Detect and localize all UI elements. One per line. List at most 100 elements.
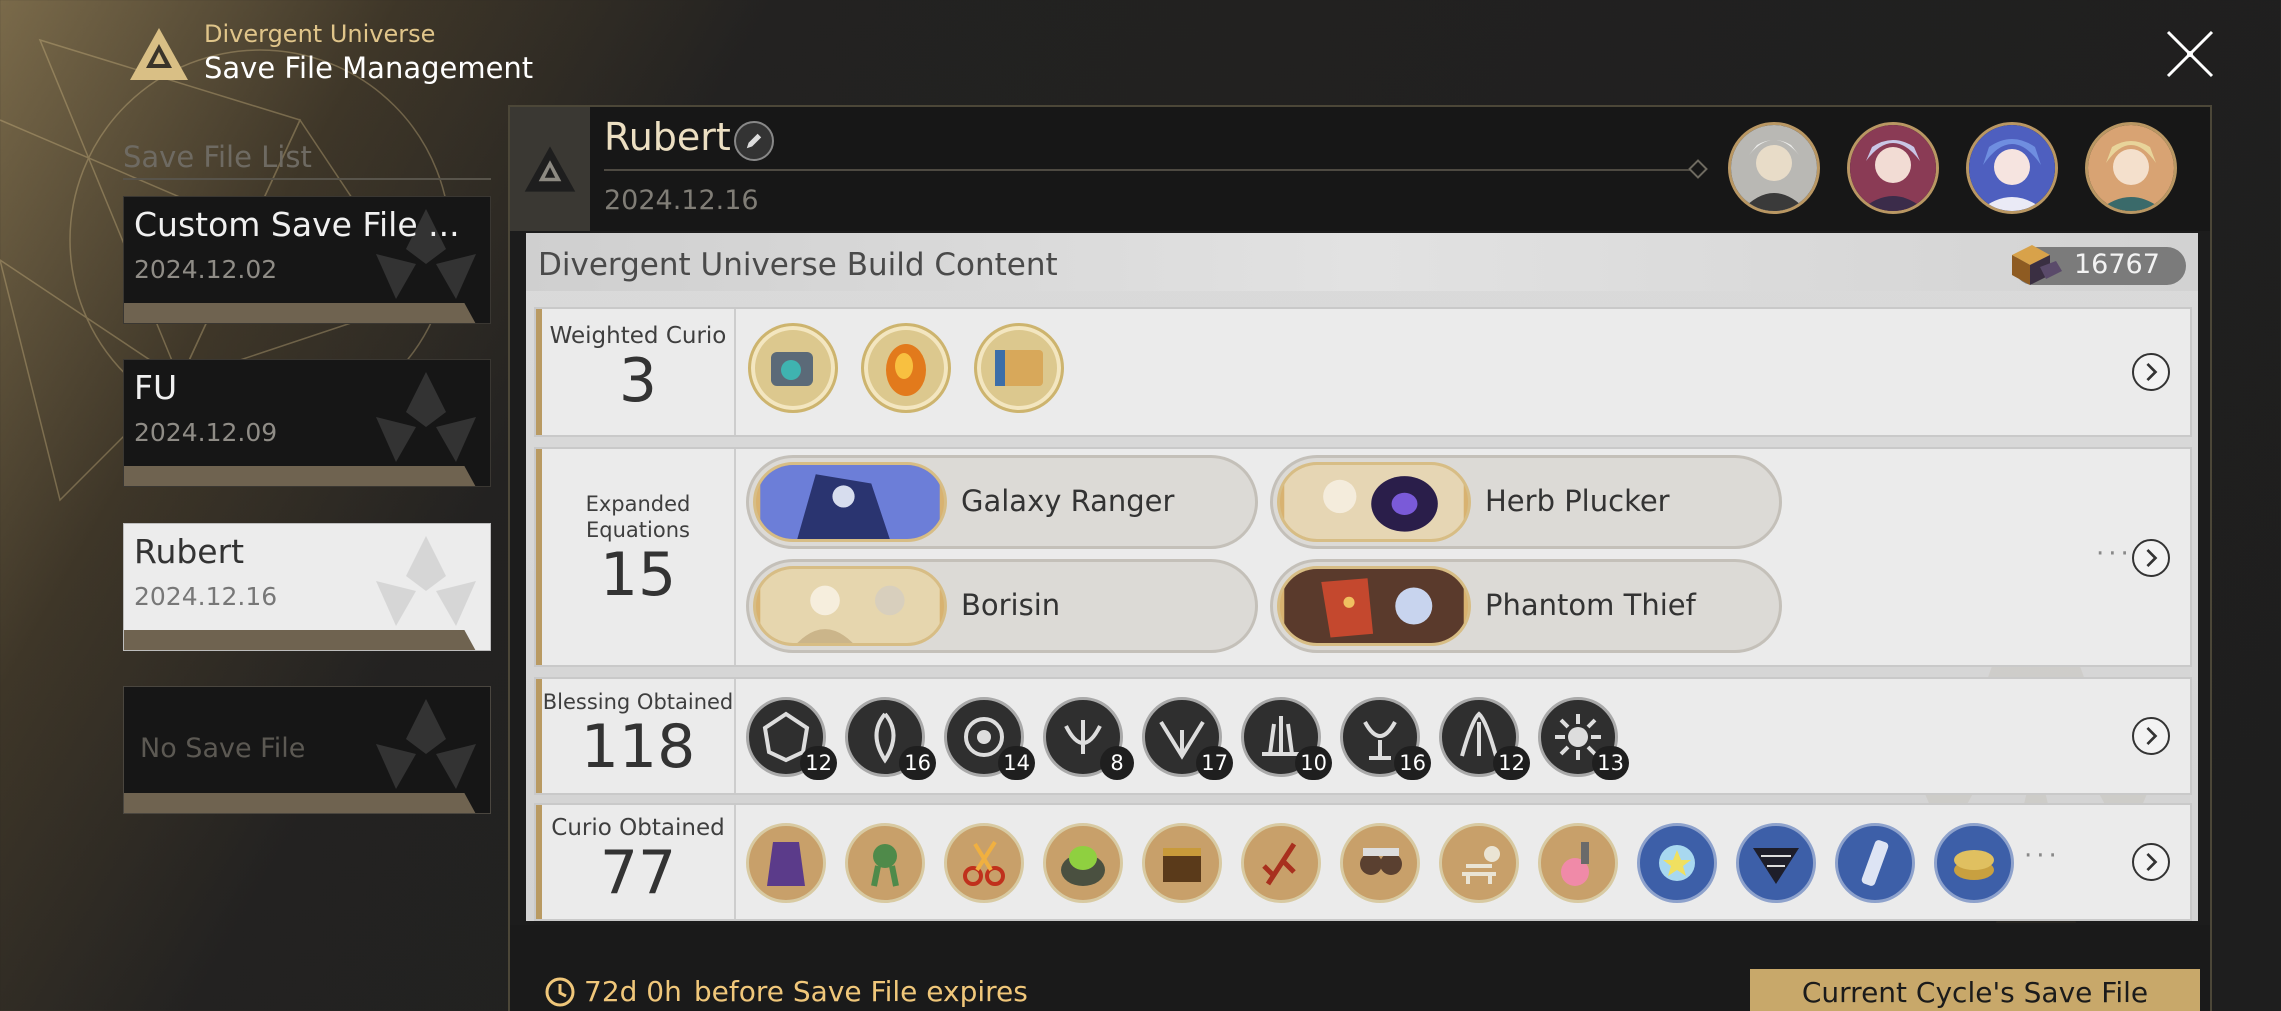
skeleton-curio-icon <box>1462 846 1500 884</box>
save-date: 2024.12.16 <box>604 185 759 216</box>
page-title: Save File Management <box>204 51 534 85</box>
chevron-right-icon[interactable] <box>2132 539 2170 577</box>
empty-slot-label: No Save File <box>140 733 306 764</box>
expiry-time: 72d 0h <box>584 975 682 1008</box>
curio-item[interactable] <box>1538 823 1618 903</box>
blessing-path-icon[interactable]: 17 <box>1142 697 1233 780</box>
weighted-curio-item[interactable] <box>861 323 951 413</box>
curio-item[interactable] <box>1736 823 1816 903</box>
curio-item[interactable] <box>845 823 925 903</box>
cosmic-fragment-count: 16767 <box>2074 249 2160 280</box>
save-slot-name: Custom Save File ... <box>134 205 460 244</box>
equation-card[interactable]: Phantom Thief <box>1270 559 1782 653</box>
character-avatar[interactable] <box>1728 122 1820 214</box>
blessing-path-icon[interactable]: 16 <box>1340 697 1431 780</box>
blessing-path-icon[interactable]: 13 <box>1538 697 1629 780</box>
cloak-curio-icon <box>767 842 805 886</box>
weighted-curio-section: Weighted Curio 3 <box>534 307 2192 437</box>
curio-item[interactable] <box>1340 823 1420 903</box>
knot-curio-icon <box>871 844 899 887</box>
curio-item[interactable] <box>1043 823 1123 903</box>
weighted-curio-count: 3 <box>618 346 658 416</box>
weighted-curio-item[interactable] <box>974 323 1064 413</box>
expanded-equations-count: 15 <box>599 540 677 610</box>
blessing-path-icon[interactable]: 12 <box>746 697 837 780</box>
weighted-curio-item[interactable] <box>748 323 838 413</box>
blessing-path-icon[interactable]: 10 <box>1241 697 1332 780</box>
character-avatar[interactable] <box>2085 122 2177 214</box>
net-curio-icon <box>1753 848 1799 884</box>
character-avatar[interactable] <box>1847 122 1939 214</box>
save-slot-empty[interactable]: No Save File <box>123 686 491 814</box>
star-orb-curio-icon <box>1659 845 1695 881</box>
page-header: Divergent Universe Save File Management <box>128 20 533 88</box>
header-divider <box>604 169 1702 171</box>
save-slot-3-selected[interactable]: Rubert 2024.12.16 <box>123 523 491 651</box>
save-slot-date: 2024.12.16 <box>134 582 278 611</box>
blessing-path-icon[interactable]: 8 <box>1043 697 1134 780</box>
detail-header: Rubert 2024.12.16 <box>510 107 2210 231</box>
feather-curio-icon <box>1262 842 1297 886</box>
goggles-curio-icon <box>1360 848 1402 875</box>
character-portrait-icon <box>1731 125 1817 211</box>
character-portrait-icon <box>1850 125 1936 211</box>
curio-item[interactable] <box>1835 823 1915 903</box>
save-slot-1[interactable]: Custom Save File ... 2024.12.02 <box>123 196 491 324</box>
slot-bar <box>124 630 476 650</box>
cosmic-fragment-icon <box>2012 245 2062 285</box>
blessing-count-badge: 12 <box>800 746 837 780</box>
save-name: Rubert <box>604 115 731 159</box>
blessing-section: Blessing Obtained 118 12 16 14 8 17 10 1… <box>534 677 2192 795</box>
curio-count: 77 <box>599 838 677 908</box>
blessing-path-icon[interactable]: 14 <box>944 697 1035 780</box>
blessing-count-badge: 13 <box>1592 746 1629 780</box>
curio-item[interactable] <box>1934 823 2014 903</box>
borisin-art-icon <box>753 566 947 646</box>
blessing-count-badge: 10 <box>1295 746 1332 780</box>
blessing-count-badge: 16 <box>899 746 936 780</box>
edit-pencil-icon[interactable] <box>734 121 774 161</box>
blessing-count-badge: 8 <box>1100 746 1134 780</box>
chevron-right-icon[interactable] <box>2132 843 2170 881</box>
divergent-universe-emblem-icon <box>130 28 188 80</box>
save-file-list-title: Save File List <box>123 140 312 174</box>
curio-item[interactable] <box>1637 823 1717 903</box>
slot-watermark-icon <box>376 372 476 462</box>
equation-name: Herb Plucker <box>1485 484 1670 518</box>
character-avatar[interactable] <box>1966 122 2058 214</box>
emblem-box <box>510 107 590 231</box>
expanded-equations-label-1: Expanded <box>585 492 691 516</box>
curio-item[interactable] <box>746 823 826 903</box>
phantom-thief-art-icon <box>1277 566 1471 646</box>
chevron-right-icon[interactable] <box>2132 717 2170 755</box>
map-scroll-curio-icon <box>995 350 1043 386</box>
slot-bar <box>124 466 476 486</box>
blessing-path-icon[interactable]: 12 <box>1439 697 1530 780</box>
save-slot-date: 2024.12.09 <box>134 418 278 447</box>
blessing-label-box: Blessing Obtained 118 <box>542 679 736 793</box>
equation-card[interactable]: Borisin <box>746 559 1258 653</box>
compass-curio-icon <box>771 352 813 386</box>
current-cycle-save-button[interactable]: Current Cycle's Save File <box>1750 969 2200 1011</box>
divider <box>123 178 491 180</box>
blessing-path-icon[interactable]: 16 <box>845 697 936 780</box>
curio-item[interactable] <box>1142 823 1222 903</box>
curio-item[interactable] <box>1241 823 1321 903</box>
curio-item[interactable] <box>1439 823 1519 903</box>
save-slot-2[interactable]: FU 2024.12.09 <box>123 359 491 487</box>
divergent-universe-emblem-icon <box>524 146 576 192</box>
blessing-count-badge: 14 <box>998 746 1035 780</box>
curio-item[interactable] <box>944 823 1024 903</box>
close-icon[interactable] <box>2162 26 2218 82</box>
slime-curio-icon <box>1061 846 1105 886</box>
potion-curio-icon <box>1561 842 1589 886</box>
chevron-right-icon[interactable] <box>2132 353 2170 391</box>
blessing-count: 118 <box>580 712 696 782</box>
equation-card[interactable]: Herb Plucker <box>1270 455 1782 549</box>
expanded-equations-label-box: Expanded Equations 15 <box>542 449 736 665</box>
tube-curio-icon <box>1861 840 1889 886</box>
equation-card[interactable]: Galaxy Ranger <box>746 455 1258 549</box>
character-portrait-icon <box>1969 125 2055 211</box>
scissors-curio-icon <box>963 840 1005 886</box>
save-slot-date: 2024.12.02 <box>134 255 278 284</box>
